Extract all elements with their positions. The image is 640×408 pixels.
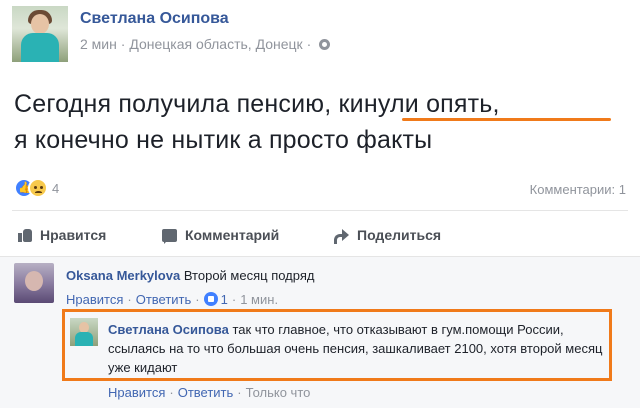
author-avatar[interactable] [12, 6, 68, 62]
author-name[interactable]: Светлана Осипова [80, 10, 229, 28]
comment-text: Второй месяц подряд [183, 268, 315, 283]
post-actions: Нравится Комментарий Поделиться [12, 222, 628, 248]
comment-like-count[interactable]: 1 [221, 292, 228, 307]
reply-author-avatar[interactable] [70, 318, 98, 346]
comment: Oksana Merkylova Второй месяц подряд [66, 268, 314, 283]
thumbs-up-icon [18, 228, 32, 242]
share-button[interactable]: Поделиться [334, 222, 441, 248]
reply-time[interactable]: Только что [246, 385, 311, 400]
highlight-underline [402, 118, 611, 121]
post-text: Сегодня получила пенсию, кинули опять, я… [14, 86, 624, 158]
post-text-line-1: Сегодня получила пенсию, кинули опять, [14, 90, 500, 118]
reply-reply-link[interactable]: Ответить [178, 385, 234, 400]
reply-actions: Нравится · Ответить · Только что [108, 385, 311, 400]
commenter-avatar[interactable] [14, 263, 54, 303]
post-location[interactable]: Донецкая область, Донецк [129, 36, 302, 52]
sad-icon [28, 178, 48, 198]
post-header: Светлана Осипова 2 мин · Донецкая област… [12, 6, 632, 62]
share-button-label: Поделиться [357, 227, 442, 243]
share-icon [334, 228, 349, 244]
globe-icon[interactable] [319, 39, 331, 50]
comment-reply-link[interactable]: Ответить [136, 292, 192, 307]
comment-icon [162, 228, 177, 244]
comment-author[interactable]: Oksana Merkylova [66, 268, 180, 283]
comment-button-label: Комментарий [185, 227, 280, 243]
reply: Светлана Осипова так что главное, что от… [108, 320, 608, 377]
reaction-count: 4 [52, 181, 60, 196]
comment-time[interactable]: 1 мин. [240, 292, 278, 307]
like-button[interactable]: Нравится [18, 222, 106, 248]
post-time[interactable]: 2 мин [80, 36, 117, 52]
post-text-line-2: я конечно не нытик а просто факты [14, 126, 433, 154]
post-meta: 2 мин · Донецкая область, Донецк · [80, 36, 331, 52]
comments-count[interactable]: Комментарии: 1 [530, 182, 626, 197]
like-button-label: Нравится [40, 227, 107, 243]
reply-author[interactable]: Светлана Осипова [108, 322, 229, 337]
divider [12, 210, 628, 211]
reply-like-link[interactable]: Нравится [108, 385, 165, 400]
comment-like-link[interactable]: Нравится [66, 292, 123, 307]
like-icon [203, 292, 218, 306]
comment-button[interactable]: Комментарий [162, 222, 279, 248]
comment-actions: Нравится · Ответить · 1 · 1 мин. [66, 292, 279, 307]
